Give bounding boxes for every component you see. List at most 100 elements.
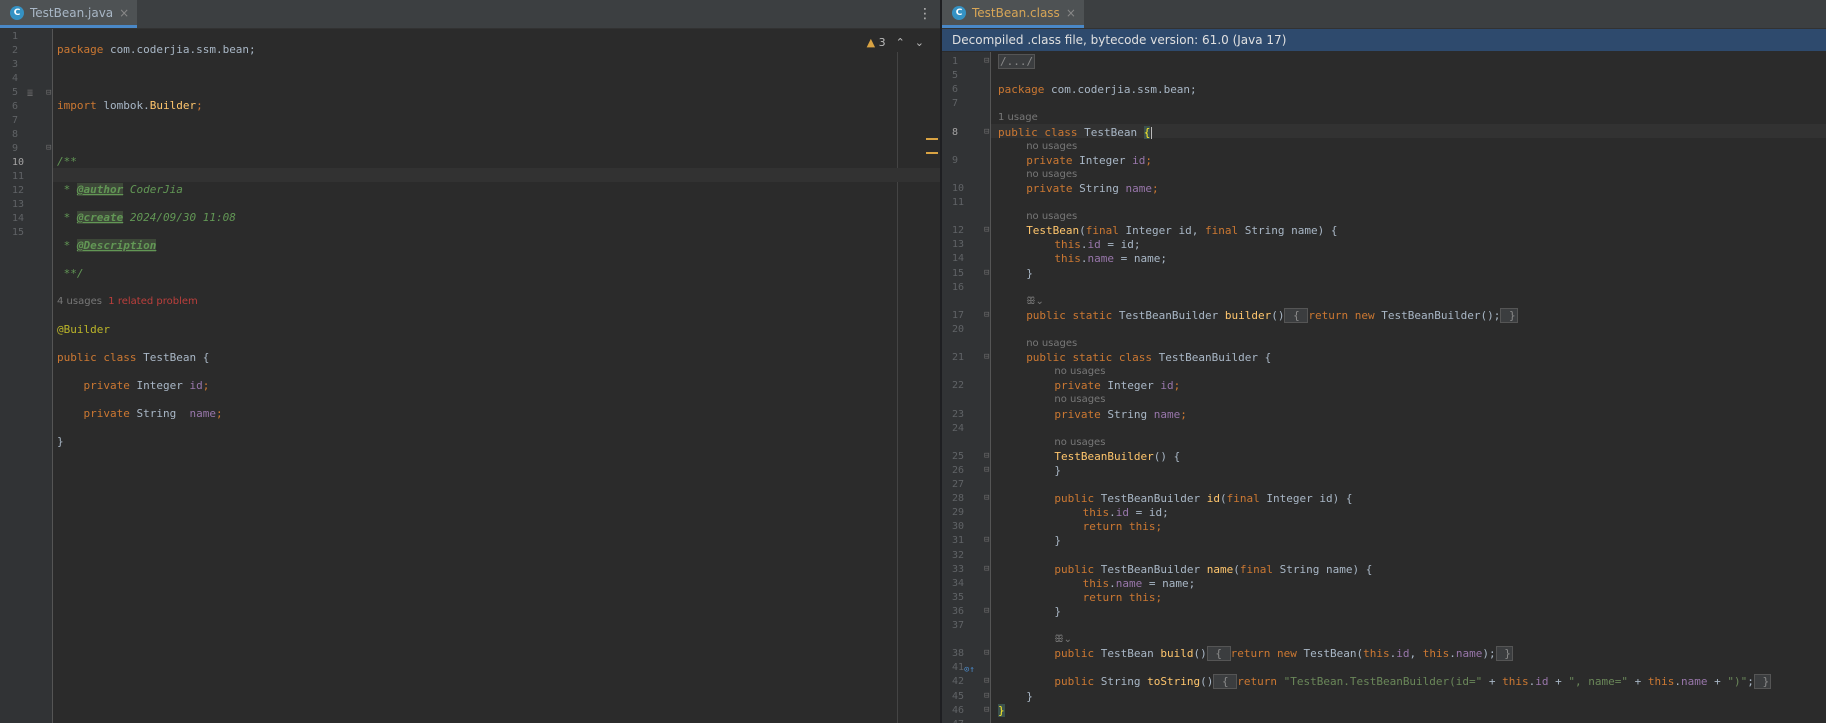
close-icon[interactable]: × xyxy=(1066,6,1076,20)
fold-icon[interactable]: ⊟ xyxy=(984,225,989,235)
fold-icon[interactable]: ⊟ xyxy=(46,143,51,153)
usages-hint[interactable]: no usages xyxy=(1026,169,1077,180)
usages-hint[interactable]: no usages xyxy=(1054,437,1105,448)
left-code-editor[interactable]: package com.coderjia.ssm.bean; import lo… xyxy=(57,29,256,477)
fold-icon[interactable]: ⊟ xyxy=(984,535,989,545)
more-options-icon[interactable]: ⋮ xyxy=(918,6,932,22)
fold-icon[interactable]: ⊟ xyxy=(984,564,989,574)
code-line: private Integer id; xyxy=(1054,379,1181,393)
close-icon[interactable]: × xyxy=(119,6,129,20)
chevron-up-icon[interactable]: ⌃ xyxy=(896,36,905,49)
chevron-down-icon[interactable]: ⌄ xyxy=(915,36,924,49)
fold-icon[interactable]: ⊟ xyxy=(984,691,989,701)
fold-icon[interactable]: ⊟ xyxy=(984,451,989,461)
code-line: TestBean(final Integer id, final String … xyxy=(1026,224,1338,238)
code-line: } xyxy=(998,703,1005,717)
line-number: 16 xyxy=(952,281,965,293)
line-number: 9 xyxy=(12,143,19,154)
code-line: private String name; xyxy=(57,407,223,420)
line-number: 8 xyxy=(952,126,959,138)
line-number: 14 xyxy=(12,213,25,224)
usages-hint[interactable]: 1 usage xyxy=(998,112,1038,123)
line-number: 37 xyxy=(952,620,965,631)
inspection-widget[interactable]: ▲ 3 ⌃ ⌄ xyxy=(867,36,924,49)
line-number: 13 xyxy=(952,239,965,251)
fold-icon[interactable]: ⊟ xyxy=(984,56,989,66)
line-number: 46 xyxy=(952,704,965,716)
fold-icon[interactable]: ⊟ xyxy=(984,268,989,278)
line-number: 14 xyxy=(952,253,965,265)
line-number: 24 xyxy=(952,422,965,434)
warning-stripe[interactable] xyxy=(926,138,938,140)
line-number: 31 xyxy=(952,535,965,547)
fold-icon[interactable]: ⊟ xyxy=(984,648,989,658)
code-line: private Integer id; xyxy=(1026,153,1153,167)
fold-icon[interactable]: ⊟ xyxy=(984,310,989,320)
right-gutter xyxy=(942,52,991,723)
code-line: import lombok.Builder; xyxy=(57,99,203,112)
fold-icon[interactable]: ⊟ xyxy=(984,493,989,503)
warning-count: 3 xyxy=(878,36,886,49)
line-number: 26 xyxy=(952,464,965,476)
line-number: 1 xyxy=(952,56,959,67)
line-number: 45 xyxy=(952,690,965,702)
lombok-hint-icon[interactable]: ꕥ⌄ xyxy=(1026,296,1044,307)
tab-label: TestBean.class xyxy=(972,5,1060,20)
usages-hint[interactable]: no usages xyxy=(1026,141,1077,152)
inlay-hint[interactable]: 4 usages 1 related problem xyxy=(57,295,256,309)
code-line: this.id = id; xyxy=(1054,238,1141,252)
implements-icon[interactable]: ⊙↑ xyxy=(964,665,975,675)
usages-hint[interactable]: no usages xyxy=(1054,394,1105,405)
line-number: 20 xyxy=(952,323,965,335)
line-number: 3 xyxy=(12,59,19,70)
left-editor-pane: C TestBean.java × ⋮ ▲ 3 ⌃ ⌄ 1 2 3 4 5 6 7 8 9 10 1… xyxy=(0,0,940,723)
code-line: **/ xyxy=(57,267,84,280)
code-line: } xyxy=(1054,534,1062,548)
lombok-hint-icon[interactable]: ꕥ⌄ xyxy=(1054,634,1072,645)
right-margin-guide xyxy=(897,52,898,723)
left-tab-bar: C TestBean.java × ⋮ xyxy=(0,0,940,29)
line-number: 25 xyxy=(952,450,965,462)
code-line: * @author CoderJia xyxy=(57,183,183,196)
line-number: 30 xyxy=(952,521,965,533)
fold-icon[interactable]: ⊟ xyxy=(46,88,51,98)
usages-hint[interactable]: no usages xyxy=(1054,366,1105,377)
fold-icon[interactable]: ⊟ xyxy=(984,705,989,715)
line-number: 34 xyxy=(952,577,965,589)
line-number: 13 xyxy=(12,199,25,210)
line-number: 9 xyxy=(952,154,959,166)
fold-icon[interactable]: ⊟ xyxy=(984,606,989,616)
line-number: 38 xyxy=(952,648,965,660)
fold-icon[interactable]: ⊟ xyxy=(984,127,989,137)
fold-icon[interactable]: ⊟ xyxy=(984,676,989,686)
usages-hint[interactable]: no usages xyxy=(1026,211,1077,222)
line-number: 11 xyxy=(12,171,25,182)
code-line: /** xyxy=(57,155,77,168)
code-line: private String name; xyxy=(1054,407,1187,421)
code-line: } xyxy=(1054,463,1062,477)
usages-hint[interactable]: no usages xyxy=(1026,338,1077,349)
code-line: return this; xyxy=(1082,590,1163,604)
class-icon: C xyxy=(10,5,24,20)
line-number: 22 xyxy=(952,380,965,392)
code-line: this.name = name; xyxy=(1082,576,1196,590)
doc-render-icon[interactable]: ≣ xyxy=(27,88,33,99)
code-line: public String toString() { return "TestB… xyxy=(1054,674,1772,690)
tab-testbean-class[interactable]: C TestBean.class × xyxy=(942,0,1084,28)
tab-testbean-java[interactable]: C TestBean.java × xyxy=(0,0,138,28)
code-line: package com.coderjia.ssm.bean; xyxy=(998,83,1197,97)
code-line: @Builder xyxy=(57,323,110,336)
code-line: } xyxy=(57,435,64,448)
line-number: 28 xyxy=(952,493,965,505)
line-number: 47 xyxy=(952,719,964,723)
line-number: 4 xyxy=(12,73,19,84)
warning-stripe[interactable] xyxy=(926,152,938,154)
line-number: 42 xyxy=(952,676,965,688)
fold-icon[interactable]: ⊟ xyxy=(984,352,989,362)
code-line: * @create 2024/09/30 11:08 xyxy=(57,211,236,224)
code-line: this.name = name; xyxy=(1054,252,1167,266)
fold-icon[interactable]: ⊟ xyxy=(984,465,989,475)
line-number: 7 xyxy=(12,115,19,126)
tab-label: TestBean.java xyxy=(30,5,114,20)
text-caret xyxy=(1151,126,1153,139)
